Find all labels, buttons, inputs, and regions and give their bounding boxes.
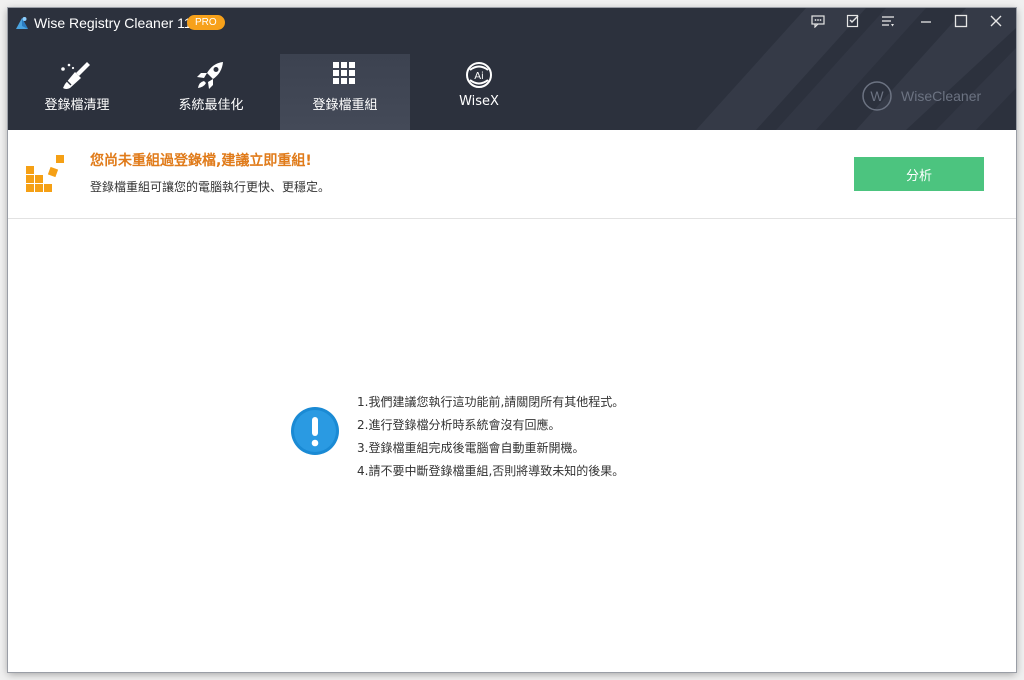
tab-wisex[interactable]: Ai WiseX [414,54,544,130]
defrag-notice: 您尚未重組過登錄檔,建議立即重組! 登錄檔重組可讓您的電腦執行更快、更穩定。 分… [8,130,1016,219]
close-button[interactable] [979,8,1013,34]
pro-badge: PRO [187,15,225,30]
notice-title: 您尚未重組過登錄檔,建議立即重組! [90,153,312,169]
wisex-ai-icon: Ai [466,62,492,88]
notes-button[interactable] [836,8,870,34]
tab-registry-cleaner[interactable]: 登錄檔清理 [12,54,142,130]
tips-list: 1.我們建議您執行這功能前,請關閉所有其他程式。 2.進行登錄檔分析時系統會沒有… [357,391,624,483]
feedback-button[interactable] [801,8,835,34]
maximize-button[interactable] [944,8,978,34]
brand-name: WiseCleaner [901,88,982,104]
menu-button[interactable] [871,8,905,34]
header: Wise Registry Cleaner 11 PRO 登錄檔清理 系統最佳化… [8,8,1016,130]
feedback-icon [811,15,825,28]
notes-icon [846,14,859,28]
tab-registry-defrag[interactable]: 登錄檔重組 [280,54,410,130]
wisecleaner-logo-icon: W [862,81,892,111]
defrag-blocks-icon [26,155,64,192]
minimize-button[interactable] [909,8,943,34]
list-item: 4.請不要中斷登錄檔重組,否則將導致未知的後果。 [357,464,625,478]
svg-text:Ai: Ai [474,71,484,82]
info-area: 1.我們建議您執行這功能前,請關閉所有其他程式。 2.進行登錄檔分析時系統會沒有… [8,219,1016,672]
analyze-button[interactable]: 分析 [854,157,984,191]
tab-system-tuneup[interactable]: 系統最佳化 [146,54,276,130]
grid-blocks-icon [333,62,355,84]
tab-label: 登錄檔清理 [44,98,110,113]
svg-text:W: W [870,88,884,104]
brand-logo: W WiseCleaner [861,80,981,112]
list-item: 1.我們建議您執行這功能前,請關閉所有其他程式。 [357,395,625,409]
menu-icon [882,16,894,27]
maximize-icon [954,14,968,28]
tab-label: 登錄檔重組 [312,98,378,113]
title-bar: Wise Registry Cleaner 11 PRO [8,8,1016,38]
minimize-icon [921,21,931,23]
broom-icon [61,62,90,89]
app-logo-icon [16,17,28,29]
rocket-icon [197,62,223,89]
tab-label: WiseX [459,94,499,109]
list-item: 2.進行登錄檔分析時系統會沒有回應。 [357,418,561,432]
close-icon [990,15,1002,27]
list-item: 3.登錄檔重組完成後電腦會自動重新開機。 [357,441,585,455]
app-title: Wise Registry Cleaner 11 [34,15,192,31]
tab-label: 系統最佳化 [178,98,244,113]
notice-description: 登錄檔重組可讓您的電腦執行更快、更穩定。 [90,180,331,194]
app-window: Wise Registry Cleaner 11 PRO 登錄檔清理 系統最佳化… [8,8,1016,672]
info-exclamation-icon [291,407,339,455]
